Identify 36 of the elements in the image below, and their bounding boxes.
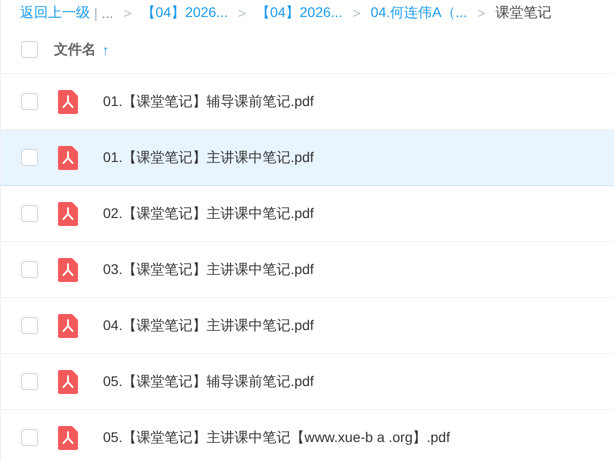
breadcrumb-separator: > — [123, 5, 132, 21]
pdf-file-icon — [58, 258, 78, 282]
pdf-file-icon — [58, 314, 78, 338]
breadcrumb-ellipsis: ... — [102, 5, 114, 21]
row-checkbox[interactable] — [21, 93, 38, 110]
file-row[interactable]: 05.【课堂笔记】辅导课前笔记.pdf — [1, 354, 614, 410]
breadcrumb-separator: > — [477, 5, 486, 21]
file-name[interactable]: 03.【课堂笔记】主讲课中笔记.pdf — [103, 260, 314, 278]
pdf-file-icon — [58, 370, 78, 394]
pdf-file-icon — [58, 146, 78, 170]
select-all-checkbox[interactable] — [21, 41, 38, 58]
row-checkbox[interactable] — [21, 429, 38, 446]
row-checkbox[interactable] — [21, 373, 38, 390]
file-name[interactable]: 04.【课堂笔记】主讲课中笔记.pdf — [103, 316, 314, 334]
row-checkbox[interactable] — [21, 261, 38, 278]
row-checkbox[interactable] — [21, 149, 38, 166]
pdf-file-icon — [58, 90, 78, 114]
file-row[interactable]: 02.【课堂笔记】主讲课中笔记.pdf — [1, 186, 614, 242]
file-row[interactable]: 01.【课堂笔记】主讲课中笔记.pdf — [1, 130, 614, 186]
file-row[interactable]: 04.【课堂笔记】主讲课中笔记.pdf — [1, 298, 614, 354]
file-row[interactable]: 05.【课堂笔记】主讲课中笔记【www.xue-b a .org】.pdf — [1, 410, 614, 461]
file-name[interactable]: 05.【课堂笔记】辅导课前笔记.pdf — [103, 372, 314, 390]
file-name[interactable]: 02.【课堂笔记】主讲课中笔记.pdf — [103, 204, 314, 222]
file-name[interactable]: 05.【课堂笔记】主讲课中笔记【www.xue-b a .org】.pdf — [103, 428, 450, 446]
breadcrumb-divider: | — [94, 5, 98, 21]
file-name[interactable]: 01.【课堂笔记】辅导课前笔记.pdf — [103, 92, 314, 110]
pdf-file-icon — [58, 202, 78, 226]
column-header[interactable]: 文件名 — [54, 40, 96, 58]
row-checkbox[interactable] — [21, 317, 38, 334]
file-name[interactable]: 01.【课堂笔记】主讲课中笔记.pdf — [103, 148, 314, 166]
file-row[interactable]: 03.【课堂笔记】主讲课中笔记.pdf — [1, 242, 614, 298]
row-checkbox[interactable] — [21, 205, 38, 222]
breadcrumb-separator: > — [238, 5, 246, 21]
breadcrumb-current: 课堂笔记 — [495, 4, 552, 22]
pdf-file-icon — [58, 426, 78, 450]
breadcrumb-separator: > — [352, 5, 361, 21]
